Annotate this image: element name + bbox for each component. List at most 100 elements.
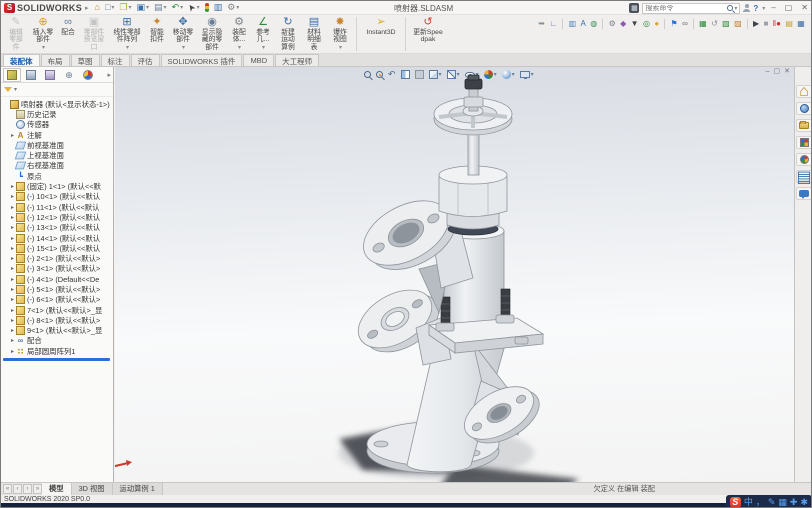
tree-item[interactable]: ▸∞配合: [1, 336, 113, 346]
file-book-button[interactable]: ▥: [212, 1, 225, 14]
minimize-button[interactable]: –: [768, 2, 778, 14]
featuremanager-tab[interactable]: [3, 68, 21, 82]
displaymanager-tab[interactable]: [79, 68, 97, 82]
update-speedpak-button[interactable]: ↺更新Speedpak: [410, 15, 446, 53]
exploded-view-button[interactable]: ✸爆炸视图▾: [328, 15, 352, 53]
refresh-icon[interactable]: ↺: [709, 19, 720, 29]
new-document-button[interactable]: □▾: [103, 1, 116, 14]
mate-button[interactable]: ∞配合: [58, 15, 78, 53]
chart-icon[interactable]: ▧: [720, 19, 732, 29]
show-hidden-components-button[interactable]: ◉显示隐藏的零部件: [198, 15, 226, 53]
search-icon[interactable]: [727, 5, 733, 11]
image-icon[interactable]: ▨: [732, 19, 744, 29]
tab-1[interactable]: 布局: [41, 54, 70, 66]
coin-icon[interactable]: ●: [652, 19, 661, 29]
rollback-bar[interactable]: [3, 358, 110, 361]
tree-item[interactable]: ▸(-) 13<1> (默认<<默认: [1, 223, 113, 233]
tree-item[interactable]: ▸(-) 11<1> (默认<<默认: [1, 202, 113, 212]
tree-item[interactable]: 历史记录: [1, 109, 113, 119]
bill-of-materials-button[interactable]: ▤材料明细表: [302, 15, 326, 53]
view-palette-tab[interactable]: [796, 136, 812, 149]
menu-expand-arrow-icon[interactable]: ▸: [85, 4, 89, 12]
tree-item[interactable]: ▸(固定) 1<1> (默认<<默: [1, 181, 113, 191]
gem-icon[interactable]: ◆: [618, 19, 629, 29]
sogou-logo-icon[interactable]: S: [730, 497, 741, 508]
login-person-icon[interactable]: [743, 4, 750, 12]
tab-scroll-arrow-icon[interactable]: ›: [23, 484, 32, 494]
expand-arrow-icon[interactable]: ▸: [9, 193, 16, 200]
tree-item[interactable]: 上视基准面: [1, 150, 113, 160]
expand-arrow-icon[interactable]: ▸: [9, 317, 16, 324]
custom-properties-tab[interactable]: ▤: [796, 170, 812, 183]
smart-fasteners-button[interactable]: ✦智能扣件: [146, 15, 168, 53]
3d-model-injector[interactable]: [321, 73, 621, 482]
tree-item[interactable]: ▸(-) 14<1> (默认<<默认: [1, 233, 113, 243]
handwriting-icon[interactable]: ✎: [768, 497, 776, 508]
tree-item[interactable]: ▸9<1> (默认<<默认>_显: [1, 326, 113, 336]
dropdown-caret-icon[interactable]: ▾: [128, 4, 131, 11]
tree-item[interactable]: 前视基准面: [1, 140, 113, 150]
tree-item[interactable]: ▸(-) 6<1> (默认<<默认>: [1, 295, 113, 305]
chinese-mode-icon[interactable]: 中: [744, 497, 753, 508]
medical-cross-icon[interactable]: ✚: [790, 497, 798, 508]
punctuation-icon[interactable]: ，: [756, 497, 765, 508]
filter-caret-icon[interactable]: ▾: [14, 86, 17, 93]
tab-0[interactable]: 装配体: [3, 54, 40, 66]
tree-item[interactable]: ▸(-) 5<1> (默认<<默认>: [1, 284, 113, 294]
expand-arrow-icon[interactable]: ▸: [9, 255, 16, 262]
expand-arrow-icon[interactable]: ▸: [9, 307, 16, 314]
print-button[interactable]: ▤▾: [152, 1, 169, 14]
green-ring-icon[interactable]: ◎: [641, 19, 652, 29]
stop-icon[interactable]: ■: [761, 19, 770, 29]
binoculars-icon[interactable]: ∞: [680, 19, 690, 29]
tree-item[interactable]: ▸(-) 15<1> (默认<<默认: [1, 243, 113, 253]
dropdown-caret-icon[interactable]: ▾: [236, 4, 239, 11]
insert-component-button[interactable]: ⊕插入零部件▾: [30, 15, 56, 53]
soft-keyboard-icon[interactable]: ▦: [778, 497, 787, 508]
tab-scroll-arrow-icon[interactable]: «: [3, 484, 12, 494]
gear-icon[interactable]: ⚙: [606, 19, 618, 29]
file-explorer-tab[interactable]: [796, 119, 812, 132]
expand-arrow-icon[interactable]: ▸: [9, 265, 16, 272]
restore-button[interactable]: ▢: [782, 2, 796, 14]
doc-tab-2[interactable]: 运动算例 1: [113, 483, 163, 495]
linear-component-pattern-button[interactable]: ⊞线性零部件阵列▾: [110, 15, 144, 53]
tab-3[interactable]: 标注: [101, 54, 130, 66]
dropdown-caret-icon[interactable]: ▾: [164, 4, 167, 11]
tree-item[interactable]: ▸(-) 4<1> (Default<<De: [1, 274, 113, 284]
dropdown-caret-icon[interactable]: ▾: [180, 4, 183, 11]
play-icon[interactable]: ▶: [751, 19, 762, 29]
expand-arrow-icon[interactable]: ▸: [9, 245, 16, 252]
dimxpertmanager-tab[interactable]: ⊕: [60, 68, 78, 82]
help-caret-icon[interactable]: ▾: [762, 5, 765, 12]
solidworks-forum-tab[interactable]: [796, 187, 812, 200]
select-cursor-button[interactable]: ➤▾: [186, 1, 202, 14]
dropdown-caret-icon[interactable]: ▾: [339, 44, 342, 51]
expand-arrow-icon[interactable]: ▸: [9, 204, 16, 211]
dropdown-caret-icon[interactable]: ▾: [146, 4, 149, 11]
flag-icon[interactable]: ⚑: [668, 19, 680, 29]
tree-item[interactable]: 传感器: [1, 120, 113, 130]
dropdown-caret-icon[interactable]: ▾: [182, 44, 185, 51]
solidworks-resources-tab[interactable]: ⌂: [796, 85, 812, 98]
home-button[interactable]: ⌂: [93, 1, 102, 14]
appearances-scenes-tab[interactable]: [796, 153, 812, 166]
reference-geometry-button[interactable]: ∠参考几...▾: [252, 15, 274, 53]
design-library-tab[interactable]: [796, 102, 812, 115]
help-button[interactable]: ?: [753, 4, 758, 13]
expand-arrow-icon[interactable]: ▸: [9, 214, 16, 221]
tree-item[interactable]: ▸(-) 12<1> (默认<<默认: [1, 212, 113, 222]
tab-scroll-arrow-icon[interactable]: »: [33, 484, 42, 494]
search-input[interactable]: [645, 5, 727, 12]
expand-arrow-icon[interactable]: ▸: [9, 348, 16, 355]
undo-button[interactable]: ↶▾: [170, 1, 186, 14]
tab-2[interactable]: 草图: [71, 54, 100, 66]
tree-item[interactable]: ▸(-) 8<1> (默认<<默认>: [1, 315, 113, 325]
doc-tab-0[interactable]: 模型: [42, 483, 72, 495]
expand-arrow-icon[interactable]: ▸: [9, 296, 16, 303]
globe-icon[interactable]: ◍: [588, 19, 599, 29]
apps-icon[interactable]: ▦: [629, 3, 639, 13]
dropdown-caret-icon[interactable]: ▾: [238, 44, 241, 51]
propertymanager-tab[interactable]: [22, 68, 40, 82]
instant3d-button[interactable]: ➢Instant3D: [361, 15, 401, 53]
